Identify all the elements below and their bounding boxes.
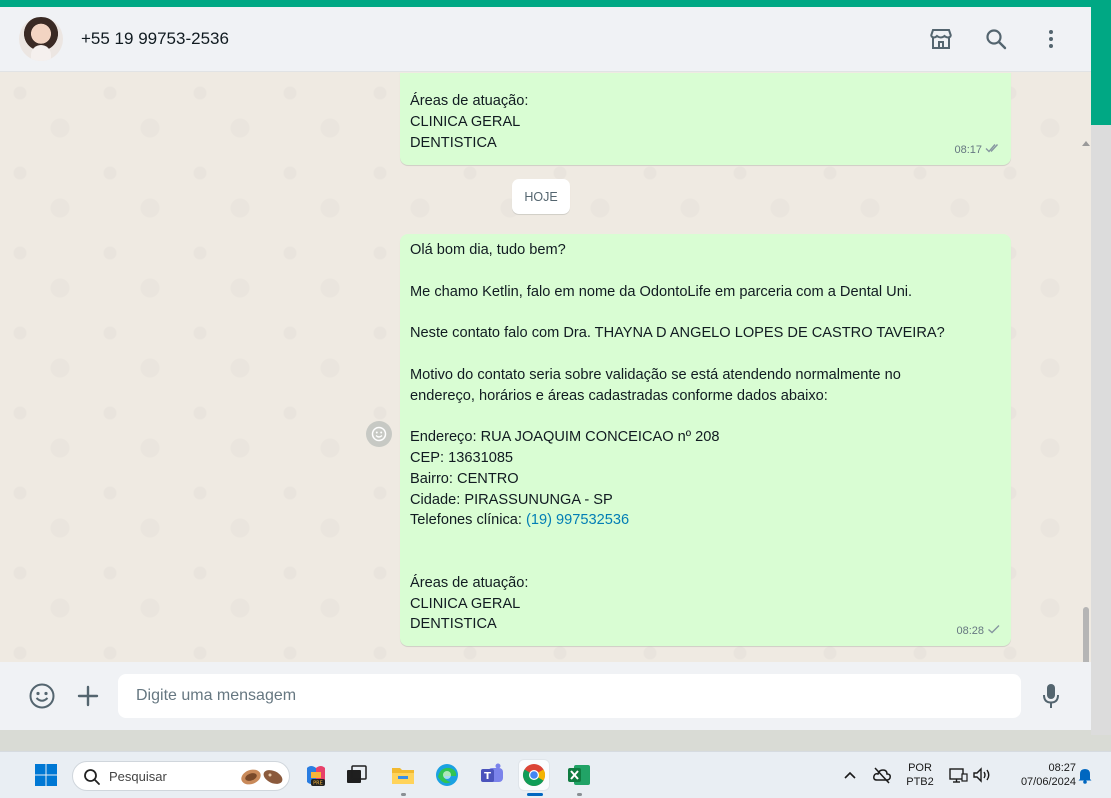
- single-check-icon: [987, 621, 1001, 642]
- message-line: endereço, horários e áreas cadastradas c…: [410, 387, 828, 404]
- task-view-icon[interactable]: [342, 760, 372, 790]
- message-bubble-outgoing[interactable]: Olá bom dia, tudo bem? Me chamo Ketlin, …: [400, 234, 1011, 646]
- contact-avatar[interactable]: [19, 17, 63, 61]
- running-indicator: [577, 793, 582, 796]
- message-input[interactable]: [118, 674, 1021, 718]
- clock-date: 07/06/2024: [1020, 776, 1076, 788]
- message-line: [410, 302, 1001, 323]
- volume-icon[interactable]: [967, 760, 997, 790]
- onedrive-offline-icon[interactable]: [867, 760, 897, 790]
- phone-link[interactable]: (19) 997532536: [526, 512, 629, 528]
- scroll-up-arrow-icon[interactable]: [1082, 141, 1090, 146]
- attach-plus-icon[interactable]: [73, 681, 103, 711]
- search-icon: [83, 768, 101, 791]
- message-line: Neste contato falo com Dra. THAYNA D ANG…: [410, 325, 945, 342]
- language-code: POR: [908, 762, 932, 774]
- whatsapp-app: +55 19 99753-2536 Áreas de atuação: CLIN…: [0, 7, 1091, 730]
- search-icon[interactable]: [982, 25, 1010, 53]
- running-indicator: [401, 793, 406, 796]
- search-highlight-icon: [239, 766, 285, 793]
- message-line: Motivo do contato seria sobre validação …: [410, 366, 901, 383]
- message-line: CEP: 13631085: [410, 449, 514, 466]
- message-line: CLINICA GERAL: [410, 595, 521, 612]
- notification-bell-icon[interactable]: [1070, 760, 1100, 790]
- message-bubble-outgoing[interactable]: Áreas de atuação: CLINICA GERAL DENTISTI…: [400, 73, 1011, 165]
- teams-icon[interactable]: T: [477, 760, 507, 790]
- windows-taskbar: Pesquisar PRE T POR PTB2 08:27 07/06/202…: [0, 751, 1111, 798]
- message-line: Me chamo Ketlin, falo em nome da OdontoL…: [410, 283, 913, 300]
- phone-label: Telefones clínica:: [410, 512, 527, 529]
- message-line: [410, 406, 1001, 427]
- message-line: [410, 552, 1001, 573]
- message-line: DENTISTICA: [410, 616, 497, 633]
- file-explorer-icon[interactable]: [388, 760, 418, 796]
- message-meta: 08:17: [954, 140, 1001, 161]
- contact-name[interactable]: +55 19 99753-2536: [81, 29, 229, 49]
- emoji-icon[interactable]: [27, 681, 57, 711]
- windows-start-icon[interactable]: [31, 760, 61, 790]
- message-meta: 08:28: [956, 621, 1001, 642]
- keyboard-layout: PTB2: [906, 776, 934, 788]
- chat-scrollbar[interactable]: [1081, 139, 1091, 662]
- catalog-store-icon[interactable]: [927, 25, 955, 53]
- message-time: 08:17: [954, 144, 982, 157]
- message-line: DENTISTICA: [410, 134, 497, 151]
- show-hidden-icons-chevron-icon[interactable]: [835, 760, 865, 790]
- message-list[interactable]: Áreas de atuação: CLINICA GERAL DENTISTI…: [0, 73, 1091, 662]
- message-line: Cidade: PIRASSUNUNGA - SP: [410, 491, 613, 508]
- message-time: 08:28: [956, 625, 984, 638]
- menu-kebab-icon[interactable]: [1037, 25, 1065, 53]
- excel-icon[interactable]: [564, 760, 594, 796]
- edge-browser-icon[interactable]: [432, 760, 462, 790]
- active-indicator: [527, 793, 543, 796]
- taskbar-clock[interactable]: 08:27 07/06/2024: [1000, 761, 1076, 789]
- message-line: Áreas de atuação:: [410, 574, 529, 591]
- search-label: Pesquisar: [109, 769, 167, 784]
- message-line: Áreas de atuação:: [410, 93, 529, 109]
- background-window-edge-gray: [1091, 125, 1111, 735]
- svg-text:T: T: [484, 771, 491, 782]
- phone-line: Telefones clínica: (19) 997532536: [410, 510, 1001, 531]
- svg-text:PRE: PRE: [313, 781, 323, 787]
- chrome-icon[interactable]: [519, 760, 549, 796]
- message-line: Olá bom dia, tudo bem?: [410, 242, 566, 258]
- chat-header: +55 19 99753-2536: [0, 7, 1091, 72]
- input-language-indicator[interactable]: POR PTB2: [900, 761, 940, 789]
- scroll-thumb[interactable]: [1083, 607, 1089, 662]
- message-line: [410, 531, 1001, 552]
- message-line: CLINICA GERAL: [410, 113, 521, 130]
- clock-time: 08:27: [1048, 762, 1076, 774]
- date-separator: HOJE: [512, 179, 570, 214]
- microphone-icon[interactable]: [1036, 681, 1066, 711]
- window-top-accent: [0, 0, 1111, 7]
- emoji-reaction-icon[interactable]: [366, 421, 392, 447]
- message-line: [410, 261, 1001, 282]
- background-window-edge: [1091, 7, 1111, 125]
- taskbar-search[interactable]: Pesquisar: [72, 761, 290, 791]
- double-check-icon: [985, 140, 1001, 161]
- message-line: [410, 344, 1001, 365]
- composer-bar: [0, 662, 1091, 730]
- message-line: Bairro: CENTRO: [410, 470, 519, 487]
- message-line: Endereço: RUA JOAQUIM CONCEICAO nº 208: [410, 429, 720, 446]
- copilot-icon[interactable]: PRE: [301, 760, 331, 790]
